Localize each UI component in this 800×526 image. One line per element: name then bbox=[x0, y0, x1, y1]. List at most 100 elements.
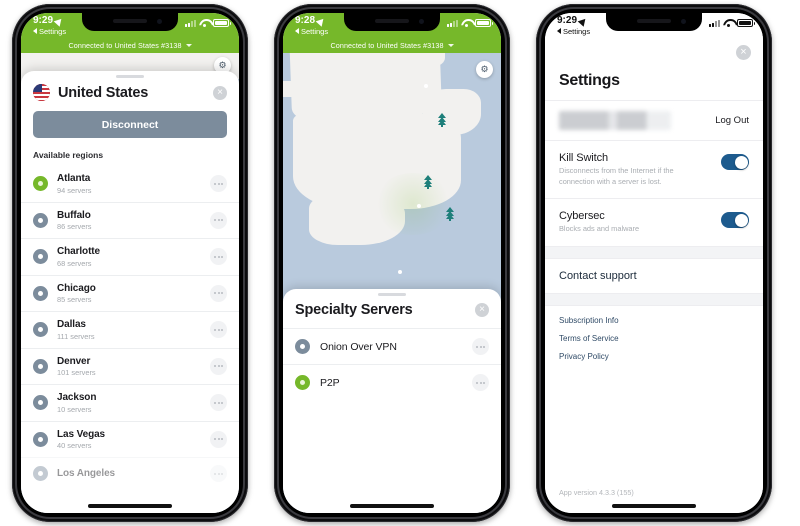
list-item[interactable]: Dallas 111 servers bbox=[21, 311, 239, 348]
contact-support-link[interactable]: Contact support bbox=[545, 259, 763, 295]
status-time-label: 9:28 bbox=[295, 15, 316, 26]
wifi-icon bbox=[461, 19, 472, 27]
front-camera-icon bbox=[681, 19, 686, 24]
back-label: Settings bbox=[563, 26, 591, 36]
server-options-button[interactable] bbox=[472, 374, 489, 391]
legal-links: Subscription Info Terms of Service Priva… bbox=[545, 306, 763, 361]
app-version-label: App version 4.3.3 (155) bbox=[559, 488, 634, 497]
close-icon[interactable]: × bbox=[475, 303, 489, 317]
device-notch bbox=[82, 13, 178, 31]
location-arrow-icon bbox=[577, 15, 589, 27]
location-pin-icon bbox=[33, 466, 48, 481]
list-item[interactable]: P2P bbox=[283, 364, 501, 400]
region-name: Jackson bbox=[57, 392, 97, 403]
account-email-masked bbox=[559, 111, 671, 130]
specialty-server-tree-icon[interactable] bbox=[423, 175, 432, 189]
onion-server-icon bbox=[295, 339, 310, 354]
settings-screen: 9:29 Settings × Settings Log Out Kill Sw… bbox=[545, 13, 763, 513]
home-indicator[interactable] bbox=[350, 504, 434, 508]
region-options-button[interactable] bbox=[210, 248, 227, 266]
disconnect-button[interactable]: Disconnect bbox=[33, 111, 227, 138]
list-item[interactable]: Chicago 85 servers bbox=[21, 274, 239, 312]
battery-icon bbox=[213, 19, 231, 27]
region-options-button[interactable] bbox=[210, 357, 227, 375]
back-to-settings-link[interactable]: Settings bbox=[33, 26, 67, 36]
list-item[interactable]: Jackson 10 servers bbox=[21, 384, 239, 421]
region-servers: 68 servers bbox=[57, 258, 92, 268]
privacy-policy-link[interactable]: Privacy Policy bbox=[559, 352, 749, 361]
region-name: Chicago bbox=[57, 282, 96, 294]
location-pin-icon bbox=[33, 395, 48, 411]
screenshot-stage: 9:29 Settings Connected to United States… bbox=[0, 0, 800, 526]
front-camera-icon bbox=[419, 19, 424, 24]
back-label: Settings bbox=[39, 26, 67, 36]
back-to-settings-link[interactable]: Settings bbox=[295, 26, 329, 36]
chevron-down-icon bbox=[447, 43, 454, 47]
list-item[interactable]: Buffalo 86 servers bbox=[21, 201, 239, 239]
map-pin-south[interactable] bbox=[395, 267, 406, 282]
map-pin-connected[interactable] bbox=[414, 201, 425, 216]
device-notch bbox=[606, 13, 702, 31]
country-title: United States bbox=[58, 84, 149, 101]
map-settings-gear-icon[interactable]: ⚙ bbox=[476, 61, 493, 78]
list-item[interactable]: Charlotte 68 servers bbox=[21, 238, 239, 275]
cybersec-toggle[interactable] bbox=[721, 212, 749, 229]
region-options-button[interactable] bbox=[210, 430, 227, 448]
list-item[interactable]: Los Angeles bbox=[21, 457, 239, 489]
connection-status-banner[interactable]: Connected to United States #3138 bbox=[283, 37, 501, 53]
region-options-button[interactable] bbox=[210, 175, 227, 193]
region-servers: 101 servers bbox=[57, 368, 96, 377]
location-pin-icon bbox=[33, 212, 48, 228]
list-item[interactable]: Onion Over VPN bbox=[283, 328, 501, 364]
sheet-grabber-handle[interactable] bbox=[116, 75, 144, 78]
connection-status-banner[interactable]: Connected to United States #3138 bbox=[21, 37, 239, 53]
region-servers: 40 servers bbox=[57, 441, 92, 450]
list-item[interactable]: Las Vegas 40 servers bbox=[21, 420, 239, 458]
terms-of-service-link[interactable]: Terms of Service bbox=[559, 334, 749, 343]
subscription-info-link[interactable]: Subscription Info bbox=[559, 316, 749, 325]
region-servers: 10 servers bbox=[57, 404, 92, 414]
specialty-server-tree-icon[interactable] bbox=[445, 207, 454, 221]
region-options-button[interactable] bbox=[210, 394, 227, 412]
location-pin-icon bbox=[33, 249, 48, 265]
status-bar-left: 9:28 Settings bbox=[295, 15, 329, 36]
kill-switch-toggle[interactable] bbox=[721, 154, 749, 170]
region-options-button[interactable] bbox=[210, 284, 227, 302]
close-icon[interactable]: × bbox=[736, 45, 751, 60]
region-options-button[interactable] bbox=[210, 211, 227, 229]
specialty-server-name: P2P bbox=[320, 376, 340, 389]
region-options-button[interactable] bbox=[210, 321, 227, 339]
setting-description: Disconnects from the Internet if the con… bbox=[559, 166, 674, 186]
region-name: Denver bbox=[57, 355, 91, 367]
setting-name: Kill Switch bbox=[559, 152, 609, 164]
map-pin-north[interactable] bbox=[421, 81, 432, 96]
device-notch bbox=[344, 13, 440, 31]
region-servers: 94 servers bbox=[57, 185, 92, 195]
back-to-settings-link[interactable]: Settings bbox=[557, 26, 591, 36]
region-servers: 86 servers bbox=[57, 222, 92, 231]
setting-cybersec[interactable]: Cybersec Blocks ads and malware bbox=[545, 199, 763, 248]
region-name: Los Angeles bbox=[57, 467, 115, 479]
wifi-icon bbox=[199, 19, 210, 27]
connected-halo bbox=[373, 173, 453, 235]
location-pin-icon bbox=[33, 176, 48, 192]
list-item[interactable]: Denver 101 servers bbox=[21, 347, 239, 385]
close-icon[interactable]: × bbox=[213, 85, 227, 100]
home-indicator[interactable] bbox=[88, 504, 172, 508]
battery-icon bbox=[737, 19, 755, 27]
phone-country-list: 9:29 Settings Connected to United States… bbox=[12, 4, 248, 522]
region-options-button[interactable] bbox=[210, 465, 227, 482]
list-item[interactable]: Atlanta 94 servers bbox=[21, 166, 239, 202]
home-indicator[interactable] bbox=[612, 504, 696, 508]
back-label: Settings bbox=[301, 26, 329, 36]
specialty-servers-title: Specialty Servers bbox=[295, 302, 413, 318]
sheet-grabber-handle[interactable] bbox=[378, 293, 406, 296]
server-options-button[interactable] bbox=[472, 338, 489, 355]
specialty-server-tree-icon[interactable] bbox=[437, 113, 446, 127]
status-bar-right bbox=[185, 19, 231, 27]
setting-kill-switch[interactable]: Kill Switch Disconnects from the Interne… bbox=[545, 141, 763, 200]
status-time: 9:29 bbox=[557, 15, 590, 27]
logout-button[interactable]: Log Out bbox=[715, 115, 749, 126]
country-bottom-sheet: United States × Disconnect Available reg… bbox=[21, 71, 239, 513]
status-time-label: 9:29 bbox=[557, 15, 578, 26]
